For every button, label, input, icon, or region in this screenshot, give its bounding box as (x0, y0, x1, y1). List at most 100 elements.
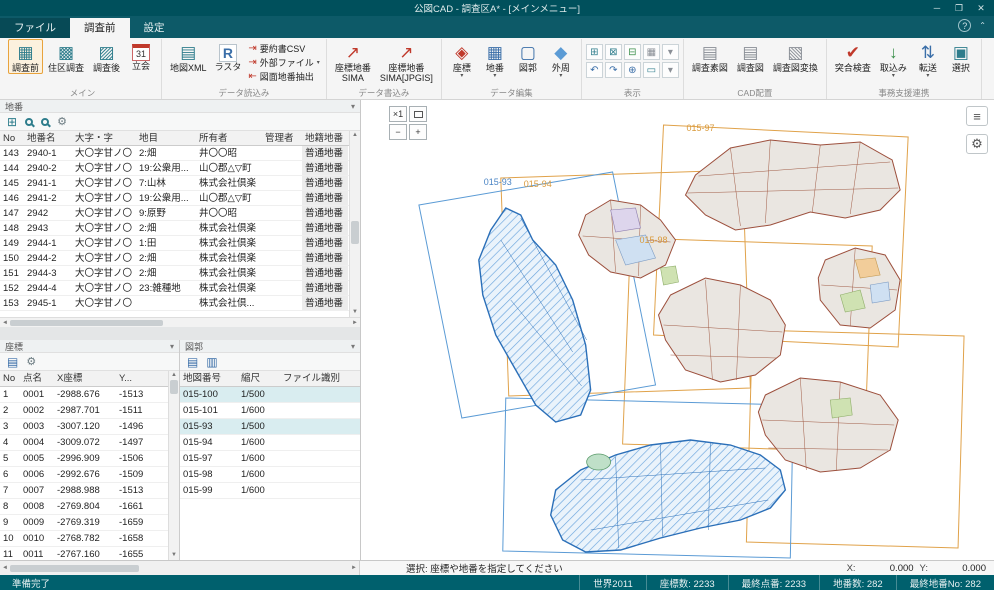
view-tool-button[interactable]: ↷ (604, 62, 622, 78)
ribbon-button[interactable]: R ラスタ (211, 39, 246, 74)
left-horizontal-scrollbar[interactable]: ◄ ► (0, 561, 360, 575)
zoom-in-button[interactable]: + (409, 124, 427, 140)
table-refresh-icon[interactable]: ⊞ (7, 116, 17, 128)
table-row[interactable]: 148 2943 大〇字甘ノ〇 2:畑 株式会社倶楽 普通地番 (0, 221, 360, 236)
scroll-left-icon[interactable]: ◄ (2, 320, 8, 326)
table-row[interactable]: 015-99 1/600 (180, 483, 360, 499)
table-row[interactable]: 147 2942 大〇字甘ノ〇 9:原野 井〇〇昭 普通地番 (0, 206, 360, 221)
table-row[interactable]: 8 0008 -2769.804 -1661 (0, 499, 179, 515)
ribbon-tab[interactable]: 設定 (130, 18, 179, 38)
document-icon[interactable]: ▤ (7, 356, 18, 368)
ribbon-button[interactable]: ▤ 調査素図 (688, 39, 732, 74)
maximize-button[interactable]: ❐ (948, 0, 970, 16)
ribbon-button[interactable]: ▨ 調査後 (89, 39, 124, 74)
table-row[interactable]: 015-94 1/600 (180, 435, 360, 451)
view-tool-button[interactable]: ▭ (642, 62, 660, 78)
ribbon-button[interactable]: ↗ 座標地番 SIMA[JPGIS] (376, 39, 437, 84)
collapse-icon[interactable]: ▾ (351, 102, 355, 111)
table-row[interactable]: 015-101 1/600 (180, 403, 360, 419)
parcel-horizontal-scrollbar[interactable]: ◄ ► (0, 317, 360, 327)
map-menu-button[interactable]: ≡ (966, 106, 988, 126)
table-row[interactable]: 149 2944-1 大〇字甘ノ〇 1:田 株式会社倶楽 普通地番 (0, 236, 360, 251)
table-row[interactable]: 3 0003 -3007.120 -1496 (0, 419, 179, 435)
table-row[interactable]: 144 2940-2 大〇字甘ノ〇 19:公衆用... 山〇郡△▽町 普通地番 (0, 161, 360, 176)
table-row[interactable]: 015-98 1/600 (180, 467, 360, 483)
scroll-down-icon[interactable]: ▼ (352, 308, 358, 317)
ribbon-button[interactable]: ↓ 取込み ▾ (876, 39, 911, 80)
ribbon-tab[interactable]: 調査前 (70, 18, 130, 38)
ribbon-button[interactable]: ◈ 座標 ▾ (446, 39, 478, 80)
view-tool-button[interactable]: ▦ (642, 44, 660, 60)
ribbon-button[interactable]: ▩ 住区調査 (44, 39, 88, 74)
ribbon-small-button[interactable]: ⇥ 要約書CSV (248, 42, 319, 55)
ribbon-button[interactable]: ↗ 座標地番 SIMA (331, 39, 375, 84)
view-tool-button[interactable]: ⊞ (585, 44, 603, 60)
ribbon-button[interactable]: ▢ 図郭 (512, 39, 544, 74)
table-row[interactable]: 7 0007 -2988.988 -1513 (0, 483, 179, 499)
scroll-down-icon[interactable]: ▼ (171, 551, 177, 560)
table-row[interactable]: 6 0006 -2992.676 -1509 (0, 467, 179, 483)
table-row[interactable]: 143 2940-1 大〇字甘ノ〇 2:畑 井〇〇昭 普通地番 (0, 146, 360, 161)
view-tool-button[interactable]: ▾ (661, 44, 679, 60)
zoom-fit-button[interactable] (409, 106, 427, 122)
ribbon-button[interactable]: ⇅ 転送 ▾ (912, 39, 944, 80)
ribbon-button[interactable]: ▦ 地番 ▾ (479, 39, 511, 80)
ribbon-tab[interactable]: ファイル (0, 18, 70, 38)
settings-icon[interactable]: ⚙ (57, 116, 67, 128)
minimize-button[interactable]: ─ (926, 0, 948, 16)
table-row[interactable]: 10 0010 -2768.782 -1658 (0, 531, 179, 547)
table-row[interactable]: 015-93 1/500 (180, 419, 360, 435)
ribbon-small-button[interactable]: ⇥ 外部ファイル ▾ (248, 56, 319, 69)
table-row[interactable]: 015-100 1/500 (180, 387, 360, 403)
search-icon[interactable] (25, 117, 34, 126)
table-row[interactable]: 015-97 1/600 (180, 451, 360, 467)
table-row[interactable]: 151 2944-3 大〇字甘ノ〇 2:畑 株式会社倶楽 普通地番 (0, 266, 360, 281)
scroll-right-icon[interactable]: ► (352, 320, 358, 326)
close-button[interactable]: ✕ (970, 0, 992, 16)
ribbon-collapse-icon[interactable]: ⌃ (979, 21, 986, 30)
help-icon[interactable]: ? (958, 19, 972, 32)
scroll-left-icon[interactable]: ◄ (2, 565, 8, 571)
export-sheet-icon[interactable]: ▥ (206, 356, 217, 368)
zoom-1x-button[interactable]: ×1 (389, 106, 407, 122)
table-row[interactable]: 145 2941-1 大〇字甘ノ〇 7:山林 株式会社倶楽 普通地番 (0, 176, 360, 191)
ribbon-small-button[interactable]: ⇤ 図面地番抽出 (248, 70, 319, 83)
coordinate-vertical-scrollbar[interactable]: ▲ ▼ (168, 371, 179, 560)
table-row[interactable]: 150 2944-2 大〇字甘ノ〇 2:畑 株式会社倶楽 普通地番 (0, 251, 360, 266)
parcel-vertical-scrollbar[interactable]: ▲ ▼ (349, 131, 360, 317)
view-tool-button[interactable]: ⊟ (623, 44, 641, 60)
view-tool-button[interactable]: ⊕ (623, 62, 641, 78)
table-row[interactable]: 2 0002 -2987.701 -1511 (0, 403, 179, 419)
table-row[interactable]: 4 0004 -3009.072 -1497 (0, 435, 179, 451)
table-row[interactable]: 146 2941-2 大〇字甘ノ〇 19:公衆用... 山〇郡△▽町 普通地番 (0, 191, 360, 206)
view-tool-button[interactable]: ⊠ (604, 44, 622, 60)
table-row[interactable]: 9 0009 -2769.319 -1659 (0, 515, 179, 531)
table-row[interactable]: 152 2944-4 大〇字甘ノ〇 23:雑種地 株式会社倶楽 普通地番 (0, 281, 360, 296)
scroll-up-icon[interactable]: ▲ (171, 371, 177, 380)
map-settings-button[interactable]: ⚙ (966, 134, 988, 154)
ribbon-button[interactable]: ▤ 地図XML (166, 39, 211, 74)
map-canvas[interactable]: 015-97 015-94 015-93 015-98 ×1 − + ≡ ⚙ (360, 100, 994, 560)
scroll-right-icon[interactable]: ► (351, 565, 357, 571)
table-row[interactable]: 11 0011 -2767.160 -1655 (0, 547, 179, 560)
document-icon[interactable]: ▤ (187, 356, 198, 368)
scroll-up-icon[interactable]: ▲ (352, 131, 358, 140)
table-row[interactable]: 1 0001 -2988.676 -1513 (0, 387, 179, 403)
view-tool-button[interactable]: ▾ (661, 62, 679, 78)
collapse-icon[interactable]: ▾ (170, 342, 174, 351)
ribbon-button[interactable]: ▣ 選択 (945, 39, 977, 74)
ribbon-button[interactable]: ✔ 突合検査 (831, 39, 875, 74)
table-row[interactable]: 5 0005 -2996.909 -1506 (0, 451, 179, 467)
collapse-icon[interactable]: ▾ (351, 342, 355, 351)
settings-icon[interactable]: ⚙ (26, 356, 36, 368)
table-row[interactable]: 153 2945-1 大〇字甘ノ〇 株式会社倶... 普通地番 (0, 296, 360, 311)
edit-tool-icon: ▦ (486, 43, 503, 62)
zoom-search-icon[interactable] (41, 117, 50, 126)
ribbon-button[interactable]: 31 立会 (125, 39, 157, 72)
zoom-out-button[interactable]: − (389, 124, 407, 140)
ribbon-button[interactable]: ▤ 調査図 (733, 39, 768, 74)
ribbon-button[interactable]: ◆ 外周 ▾ (545, 39, 577, 80)
ribbon-button[interactable]: ▧ 調査図変換 (769, 39, 822, 74)
view-tool-button[interactable]: ↶ (585, 62, 603, 78)
ribbon-button[interactable]: ▦ 調査前 (8, 39, 44, 74)
